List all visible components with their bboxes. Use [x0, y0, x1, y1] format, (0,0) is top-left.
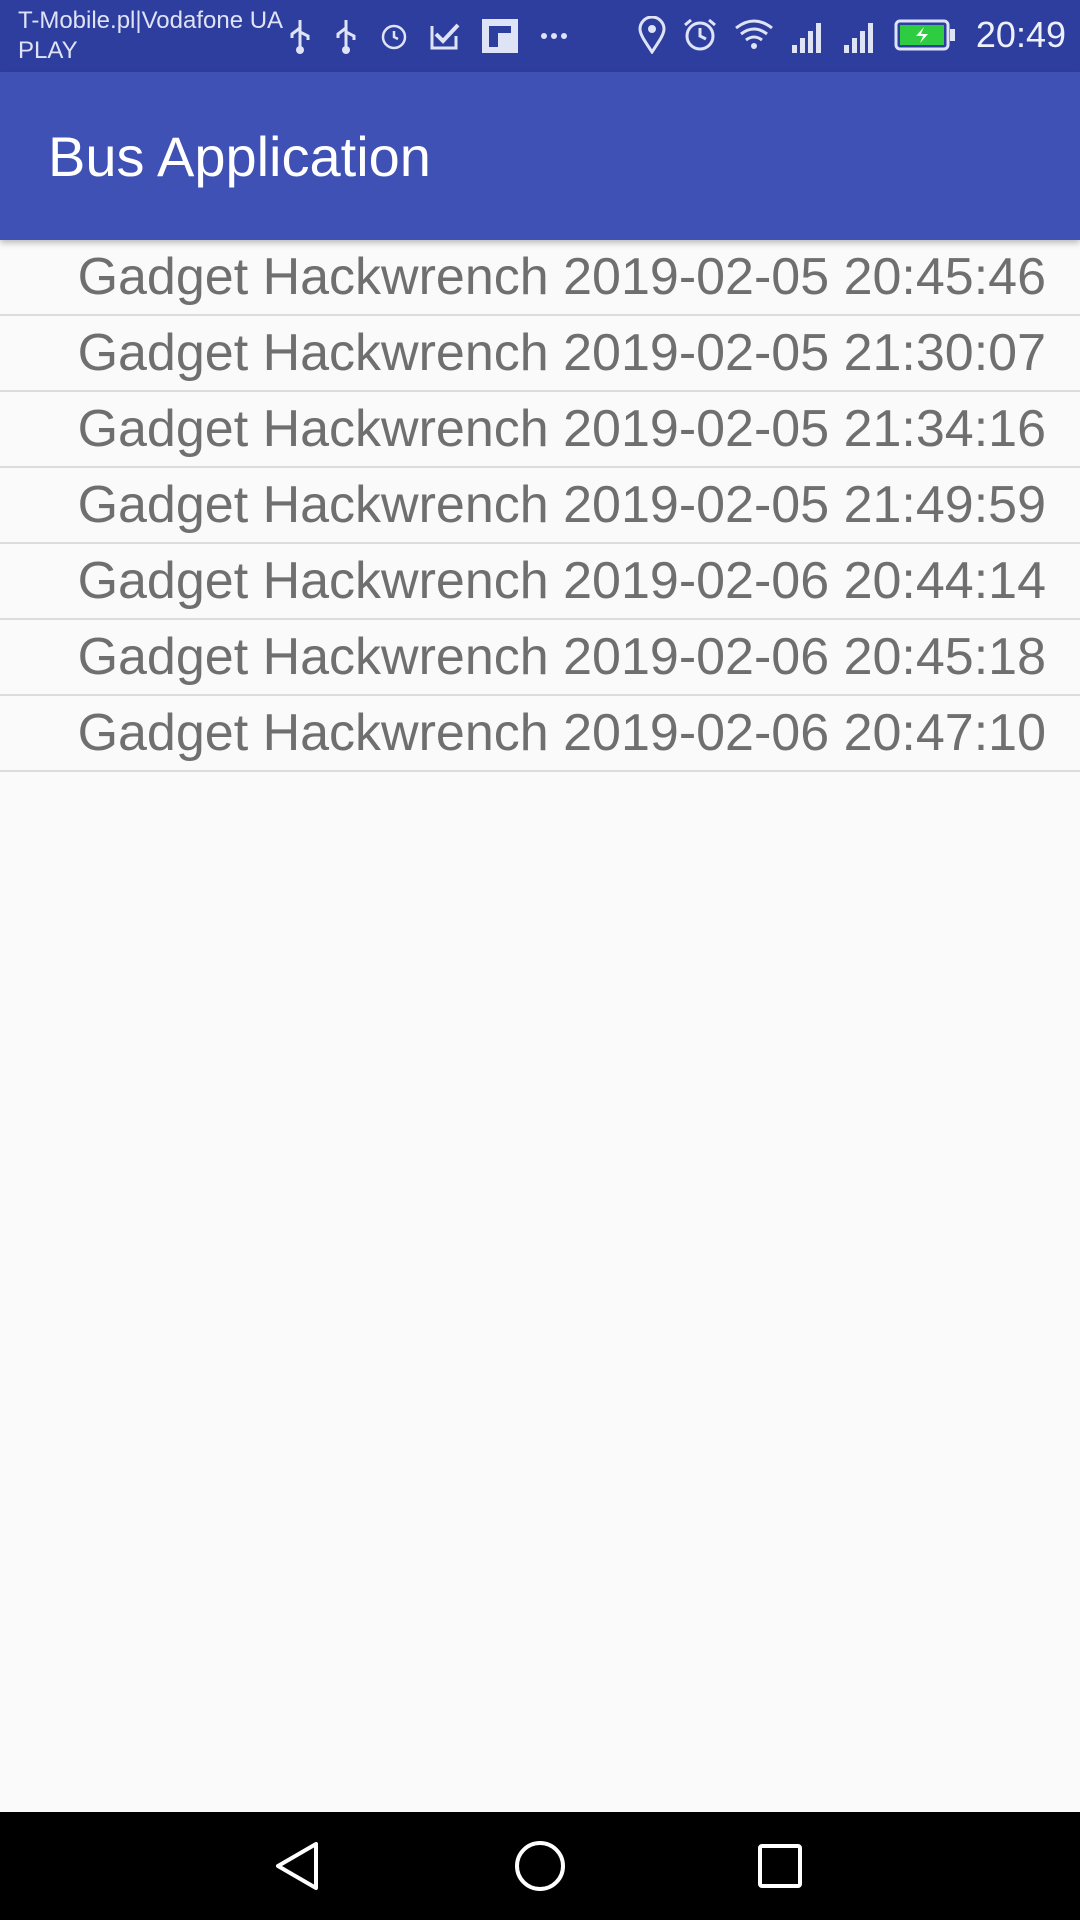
list-item[interactable]: Gadget Hackwrench 2019-02-06 20:47:10: [0, 696, 1080, 772]
more-dots-icon: [541, 33, 567, 39]
bus-list: Gadget Hackwrench 2019-02-05 20:45:46 Ga…: [0, 240, 1080, 772]
alarm-icon: [381, 24, 407, 50]
list-item[interactable]: Gadget Hackwrench 2019-02-05 21:49:59: [0, 468, 1080, 544]
recent-apps-icon[interactable]: [750, 1836, 810, 1896]
navigation-bar: [0, 1812, 1080, 1920]
notification-icons: [288, 18, 568, 54]
list-item-label: Gadget Hackwrench 2019-02-05 21:34:16: [77, 400, 1046, 458]
list-item[interactable]: Gadget Hackwrench 2019-02-06 20:45:18: [0, 620, 1080, 696]
usb-icon: [336, 20, 356, 54]
list-item-label: Gadget Hackwrench 2019-02-06 20:44:14: [77, 552, 1046, 610]
signal-icon: [791, 23, 821, 53]
list-item[interactable]: Gadget Hackwrench 2019-02-05 20:45:46: [0, 240, 1080, 316]
carrier-line-2: PLAY: [18, 37, 78, 64]
clock: 20:49: [975, 14, 1066, 55]
signal-icon: [843, 23, 873, 53]
status-bar: T-Mobile.pl|Vodafone UA PLAY 20:49: [0, 0, 1080, 72]
back-icon[interactable]: [270, 1836, 330, 1896]
page-title: Bus Application: [48, 125, 431, 188]
list-item[interactable]: Gadget Hackwrench 2019-02-05 21:34:16: [0, 392, 1080, 468]
alarm-icon: [683, 18, 716, 51]
home-icon[interactable]: [510, 1836, 570, 1896]
list-item-label: Gadget Hackwrench 2019-02-05 21:49:59: [77, 476, 1046, 534]
carrier-info: T-Mobile.pl|Vodafone UA PLAY: [18, 6, 283, 66]
wifi-icon: [734, 19, 773, 49]
app-bar: Bus Application: [0, 72, 1080, 240]
flipboard-icon: [482, 19, 518, 53]
usb-icon: [290, 20, 310, 54]
list-item[interactable]: Gadget Hackwrench 2019-02-06 20:44:14: [0, 544, 1080, 620]
checkbox-icon: [430, 23, 460, 50]
battery-charging-icon: [894, 19, 955, 51]
list-item[interactable]: Gadget Hackwrench 2019-02-05 21:30:07: [0, 316, 1080, 392]
location-icon: [638, 16, 666, 54]
carrier-line-1: T-Mobile.pl|Vodafone UA: [18, 7, 284, 34]
list-item-label: Gadget Hackwrench 2019-02-06 20:45:18: [77, 628, 1046, 686]
list-item-label: Gadget Hackwrench 2019-02-05 20:45:46: [77, 248, 1046, 306]
list-item-label: Gadget Hackwrench 2019-02-06 20:47:10: [77, 704, 1046, 762]
list-item-label: Gadget Hackwrench 2019-02-05 21:30:07: [77, 324, 1046, 382]
system-icons: 20:49: [638, 14, 1066, 56]
